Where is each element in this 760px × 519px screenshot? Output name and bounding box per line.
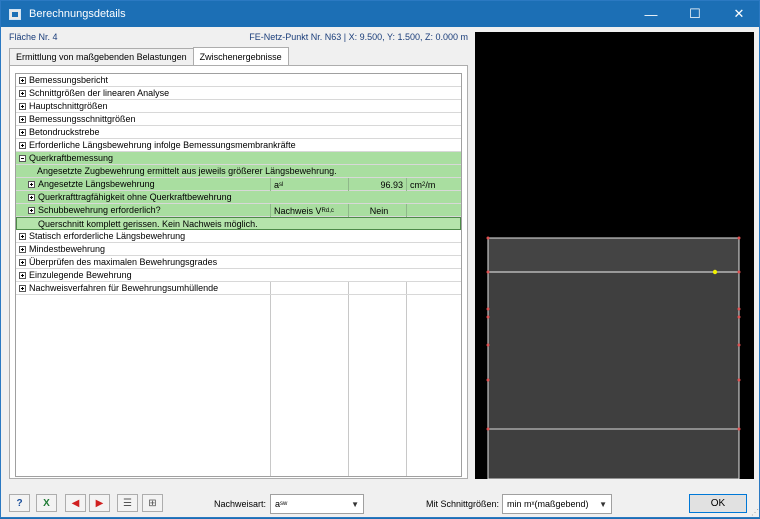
next-button[interactable]: ▶ <box>89 494 110 512</box>
column-divider <box>348 281 349 476</box>
unit-cell <box>406 204 461 217</box>
expand-icon[interactable] <box>19 128 26 136</box>
node-coordinates: FE-Netz-Punkt Nr. N63 | X: 9.500, Y: 1.5… <box>249 32 468 42</box>
tree-row-nachweisverfahren[interactable]: Nachweisverfahren für Bewehrungsumhüllen… <box>16 282 461 295</box>
collapse-icon[interactable] <box>19 154 26 162</box>
window-title: Berechnungsdetails <box>29 8 126 20</box>
tree-row-zugbewehrung-note: Angesetzte Zugbewehrung ermittelt aus je… <box>16 165 461 178</box>
expand-icon[interactable] <box>28 206 35 214</box>
section-outline <box>487 237 740 480</box>
schnittgroessen-select[interactable]: min mx (maßgebend) ▼ <box>502 494 612 514</box>
title-bar: Berechnungsdetails — ☐ ✕ <box>1 1 759 27</box>
top-layer <box>487 237 740 273</box>
tab-belastungen[interactable]: Ermittlung von maßgebenden Belastungen <box>9 48 194 65</box>
results-tree: Bemessungsbericht Schnittgrößen der line… <box>15 73 462 477</box>
tree-row-statisch-erf-laengsbewehrung[interactable]: Statisch erforderliche Längsbewehrung <box>16 230 461 243</box>
expand-icon[interactable] <box>19 245 26 253</box>
nachweisart-select[interactable]: a sw ▼ <box>270 494 364 514</box>
column-divider <box>270 281 271 476</box>
tree-row-erf-laengsbewehrung-membran[interactable]: Erforderliche Längsbewehrung infolge Bem… <box>16 139 461 152</box>
tree-row-angesetzte-laengsbewehrung[interactable]: Angesetzte Längsbewehrung a sl 96.93 cm 2/… <box>16 178 461 191</box>
close-button[interactable]: ✕ <box>717 1 760 27</box>
tree-row-hauptschnittgroessen[interactable]: Hauptschnittgrößen <box>16 100 461 113</box>
help-icon: ? <box>16 497 23 509</box>
chevron-down-icon: ▼ <box>351 500 359 509</box>
expand-icon[interactable] <box>19 102 26 110</box>
arrow-right-icon: ▶ <box>95 497 104 509</box>
dialog-window: Berechnungsdetails — ☐ ✕ Fläche Nr. 4 FE… <box>0 0 760 518</box>
minimize-button[interactable]: — <box>629 1 673 27</box>
expand-icon[interactable] <box>19 89 26 97</box>
results-panel: Bemessungsbericht Schnittgrößen der line… <box>9 65 468 479</box>
expand-icon[interactable] <box>19 284 26 292</box>
tree-row-bemessungsschnittgroessen[interactable]: Bemessungsschnittgrößen <box>16 113 461 126</box>
value-cell: 96.93 <box>348 178 406 191</box>
resize-grip-icon[interactable]: ⋰ <box>751 508 759 517</box>
bottom-toolbar: ? X ◀ ▶ ☰ ⊞ Nachweisart: a sw ▼ Mit Schni… <box>1 481 760 519</box>
cross-section-svg <box>486 236 741 480</box>
tree-row-einzulegende-bewehrung[interactable]: Einzulegende Bewehrung <box>16 269 461 282</box>
point-marker-icon <box>712 269 718 275</box>
symbol-cell: Nachweis V Rd,c <box>270 204 348 217</box>
tree-structure-icon: ⊞ <box>148 497 157 509</box>
tab-strip: Ermittlung von maßgebenden Belastungen Z… <box>9 47 289 65</box>
list-icon: ☰ <box>123 497 132 509</box>
surface-number: Fläche Nr. 4 <box>9 32 58 42</box>
tree-row-schubbewehrung[interactable]: Schubbewehrung erforderlich? Nachweis VR… <box>16 204 461 217</box>
arrow-left-icon: ◀ <box>71 497 80 509</box>
ok-button[interactable]: OK <box>689 494 747 513</box>
app-icon <box>9 8 21 20</box>
value-cell: Nein <box>348 204 406 217</box>
expand-icon[interactable] <box>19 76 26 84</box>
tree-row-querkrafttragfaehigkeit[interactable]: Querkrafttragfähigkeit ohne Querkraftbew… <box>16 191 461 204</box>
previous-button[interactable]: ◀ <box>65 494 86 512</box>
nachweisart-label: Nachweisart: <box>214 499 267 509</box>
tree-row-schnittgroessen-linear[interactable]: Schnittgrößen der linearen Analyse <box>16 87 461 100</box>
column-divider <box>406 281 407 476</box>
info-bar: Fläche Nr. 4 FE-Netz-Punkt Nr. N63 | X: … <box>9 32 468 46</box>
expand-icon[interactable] <box>19 115 26 123</box>
expand-icon[interactable] <box>19 232 26 240</box>
unit-cell: cm 2/m <box>406 178 461 191</box>
tree-row-gerissen-warning: Querschnitt komplett gerissen. Kein Nach… <box>16 217 461 230</box>
expand-icon[interactable] <box>19 258 26 266</box>
symbol-cell: a sl <box>270 178 348 191</box>
expand-icon[interactable] <box>19 141 26 149</box>
export-excel-button[interactable]: X <box>36 494 57 512</box>
expand-icon[interactable] <box>28 193 35 201</box>
tree-row-querkraftbemessung[interactable]: Querkraftbemessung <box>16 152 461 165</box>
cross-section-graphic[interactable] <box>475 32 754 480</box>
maximize-button[interactable]: ☐ <box>673 1 717 27</box>
list-view-button[interactable]: ☰ <box>117 494 138 512</box>
tab-zwischenergebnisse[interactable]: Zwischenergebnisse <box>192 47 289 65</box>
tree-view-button[interactable]: ⊞ <box>142 494 163 512</box>
tree-row-max-bewehrungsgrad[interactable]: Überprüfen des maximalen Bewehrungsgrade… <box>16 256 461 269</box>
expand-icon[interactable] <box>19 271 26 279</box>
tree-row-bemessungsbericht[interactable]: Bemessungsbericht <box>16 74 461 87</box>
chevron-down-icon: ▼ <box>599 500 607 509</box>
help-button[interactable]: ? <box>9 494 30 512</box>
tree-row-betondruckstrebe[interactable]: Betondruckstrebe <box>16 126 461 139</box>
excel-icon: X <box>43 497 50 509</box>
expand-icon[interactable] <box>28 180 35 188</box>
tree-row-mindestbewehrung[interactable]: Mindestbewehrung <box>16 243 461 256</box>
schnittgroessen-label: Mit Schnittgrößen: <box>426 499 500 509</box>
